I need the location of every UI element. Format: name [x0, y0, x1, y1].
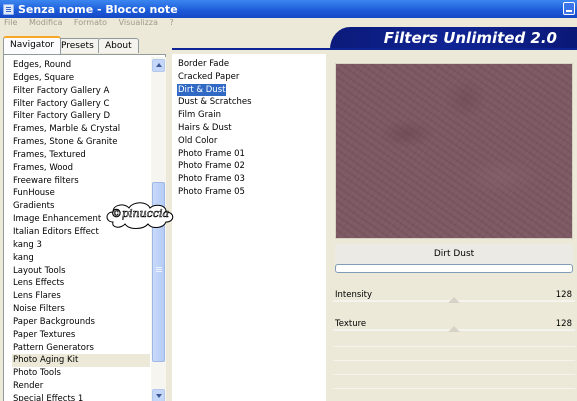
category-item[interactable]: Noise Filters — [12, 303, 150, 316]
notepad-menu-bar: File Modifica Formato Visualizza ? — [0, 18, 577, 27]
category-item[interactable]: Gradients — [12, 200, 150, 213]
empty-slider-row — [333, 388, 575, 389]
menu-formato[interactable]: Formato — [74, 18, 107, 27]
slider-value[interactable]: 128 — [556, 290, 572, 300]
category-item[interactable]: Lens Effects — [12, 277, 150, 290]
menu-file[interactable]: File — [4, 18, 17, 27]
effect-list-panel: Border Fade Cracked Paper Dirt & Dust Dust … — [172, 54, 326, 401]
category-item[interactable]: Edges, Square — [12, 72, 150, 85]
effect-item[interactable]: Photo Frame 03 — [177, 173, 246, 186]
header-divider — [172, 48, 577, 50]
effect-item[interactable]: Photo Frame 01 — [177, 148, 246, 161]
effect-list: Border Fade Cracked Paper Dirt & Dust Dust … — [177, 58, 253, 199]
category-item[interactable]: Paper Textures — [12, 329, 150, 342]
menu-modifica[interactable]: Modifica — [29, 18, 62, 27]
category-item[interactable]: Frames, Marble & Crystal — [12, 123, 150, 136]
menu-visualizza[interactable]: Visualizza — [119, 18, 158, 27]
notepad-icon — [3, 3, 14, 15]
slider-value[interactable]: 128 — [556, 319, 572, 329]
category-item[interactable]: kang 3 — [12, 239, 150, 252]
category-item[interactable]: Frames, Stone & Granite — [12, 136, 150, 149]
category-item[interactable]: Paper Backgrounds — [12, 316, 150, 329]
scroll-up-button[interactable] — [152, 59, 165, 72]
empty-slider-row — [333, 346, 575, 347]
slider-label: Texture — [335, 319, 367, 329]
category-item[interactable]: Pattern Generators — [12, 342, 150, 355]
slider-thumb[interactable] — [448, 326, 461, 332]
category-item[interactable]: Filter Factory Gallery A — [12, 85, 150, 98]
category-item[interactable]: Filter Factory Gallery D — [12, 110, 150, 123]
menu-help[interactable]: ? — [170, 18, 174, 27]
effect-item[interactable]: Cracked Paper — [177, 71, 240, 84]
category-item[interactable]: Photo Aging Kit — [12, 354, 150, 368]
category-item[interactable]: Render — [12, 380, 150, 393]
minimize-button[interactable] — [563, 2, 575, 15]
slider-thumb[interactable] — [448, 297, 461, 303]
effect-item[interactable]: Hairs & Dust — [177, 122, 233, 135]
category-item[interactable]: Italian Editors Effect — [12, 226, 150, 239]
effect-item[interactable]: Dirt & Dust — [177, 83, 227, 97]
category-item[interactable]: Filter Factory Gallery C — [12, 98, 150, 111]
plugin-header: Filters Unlimited 2.0 — [330, 27, 577, 49]
category-item[interactable]: Frames, Textured — [12, 149, 150, 162]
effect-item[interactable]: Dust & Scratches — [177, 96, 253, 109]
effect-item[interactable]: Old Color — [177, 135, 218, 148]
category-list: Edges, Round Edges, Square Filter Factory … — [12, 59, 150, 401]
filter-name-label: Dirt Dust — [335, 244, 573, 264]
effect-item[interactable]: Photo Frame 02 — [177, 160, 246, 173]
effect-item[interactable]: Border Fade — [177, 58, 230, 71]
preview-image — [335, 63, 573, 239]
preview-panel: Dirt Dust Intensity 128 Texture 128 — [331, 54, 577, 401]
scroll-down-button[interactable] — [152, 389, 165, 401]
category-item[interactable]: Edges, Round — [12, 59, 150, 72]
effect-item[interactable]: Film Grain — [177, 109, 222, 122]
effect-item[interactable]: Photo Frame 05 — [177, 186, 246, 199]
category-item[interactable]: Special Effects 1 — [12, 393, 150, 401]
category-list-panel: Edges, Round Edges, Square Filter Factory … — [3, 54, 166, 401]
category-item[interactable]: Photo Tools — [12, 367, 150, 380]
scroll-thumb[interactable] — [152, 182, 165, 362]
category-scrollbar[interactable] — [151, 57, 166, 401]
category-item[interactable]: Layout Tools — [12, 265, 150, 278]
slider-texture[interactable]: Texture 128 — [333, 317, 575, 339]
tab-about[interactable]: About — [98, 38, 139, 53]
category-item[interactable]: Freeware filters — [12, 175, 150, 188]
plugin-title: Filters Unlimited 2.0 — [383, 29, 557, 47]
notepad-title: Senza nome - Blocco note — [18, 2, 178, 16]
empty-slider-row — [333, 374, 575, 375]
notepad-title-bar: Senza nome - Blocco note — [0, 0, 577, 18]
slider-label: Intensity — [335, 290, 372, 300]
category-item[interactable]: Image Enhancement — [12, 213, 150, 226]
category-item[interactable]: kang — [12, 252, 150, 265]
tab-navigator[interactable]: Navigator — [3, 36, 62, 54]
category-item[interactable]: FunHouse — [12, 187, 150, 200]
category-item[interactable]: Frames, Wood — [12, 162, 150, 175]
category-item[interactable]: Lens Flares — [12, 290, 150, 303]
progress-bar — [335, 264, 573, 273]
slider-intensity[interactable]: Intensity 128 — [333, 288, 575, 310]
empty-slider-row — [333, 360, 575, 361]
